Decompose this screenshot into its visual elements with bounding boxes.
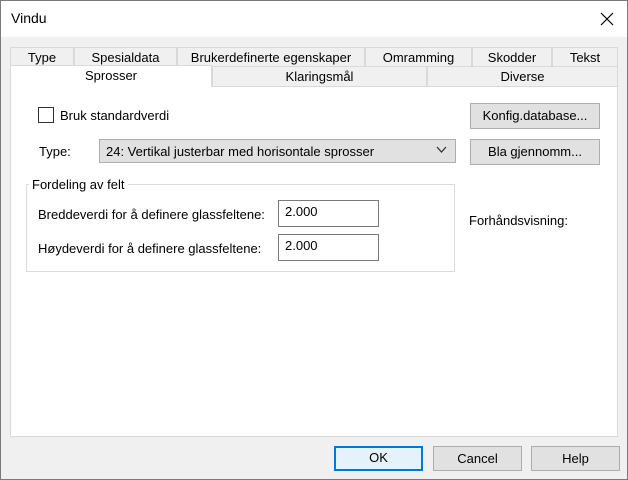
dialog-window: Vindu Type Spesialdata Brukerdefinerte e… bbox=[0, 0, 628, 480]
title-bar: Vindu bbox=[1, 1, 627, 37]
tab-sprosser[interactable]: Sprosser bbox=[10, 65, 212, 87]
preview-label: Forhåndsvisning: bbox=[469, 213, 568, 228]
close-button[interactable] bbox=[595, 7, 619, 31]
width-value-input[interactable]: 2.000 bbox=[278, 200, 379, 227]
help-button[interactable]: Help bbox=[531, 446, 620, 471]
tab-panel-sprosser: Bruk standardverdi Konfig.database... Ty… bbox=[10, 86, 618, 437]
height-value-label: Høydeverdi for å definere glassfeltene: bbox=[38, 241, 262, 256]
tab-tekst[interactable]: Tekst bbox=[552, 47, 618, 68]
tab-omramming[interactable]: Omramming bbox=[365, 47, 472, 68]
ok-button[interactable]: OK bbox=[334, 446, 423, 471]
height-value-input[interactable]: 2.000 bbox=[278, 234, 379, 261]
cancel-button[interactable]: Cancel bbox=[433, 446, 522, 471]
type-select[interactable]: 24: Vertikal justerbar med horisontale s… bbox=[99, 139, 456, 163]
tab-klaringsmal[interactable]: Klaringsmål bbox=[212, 66, 427, 87]
close-icon bbox=[600, 12, 614, 26]
config-database-button[interactable]: Konfig.database... bbox=[470, 103, 600, 129]
browse-button[interactable]: Bla gjennomm... bbox=[470, 139, 600, 165]
window-title: Vindu bbox=[11, 10, 47, 26]
group-title: Fordeling av felt bbox=[29, 177, 128, 192]
use-default-label: Bruk standardverdi bbox=[60, 108, 170, 123]
width-value-label: Breddeverdi for å definere glassfeltene: bbox=[38, 207, 265, 222]
tab-skodder[interactable]: Skodder bbox=[472, 47, 552, 68]
type-label: Type: bbox=[39, 144, 71, 159]
tab-diverse[interactable]: Diverse bbox=[427, 66, 618, 87]
type-select-value: 24: Vertikal justerbar med horisontale s… bbox=[106, 144, 375, 159]
field-distribution-group bbox=[26, 184, 455, 272]
use-default-checkbox[interactable] bbox=[38, 107, 54, 123]
chevron-down-icon bbox=[436, 146, 447, 153]
